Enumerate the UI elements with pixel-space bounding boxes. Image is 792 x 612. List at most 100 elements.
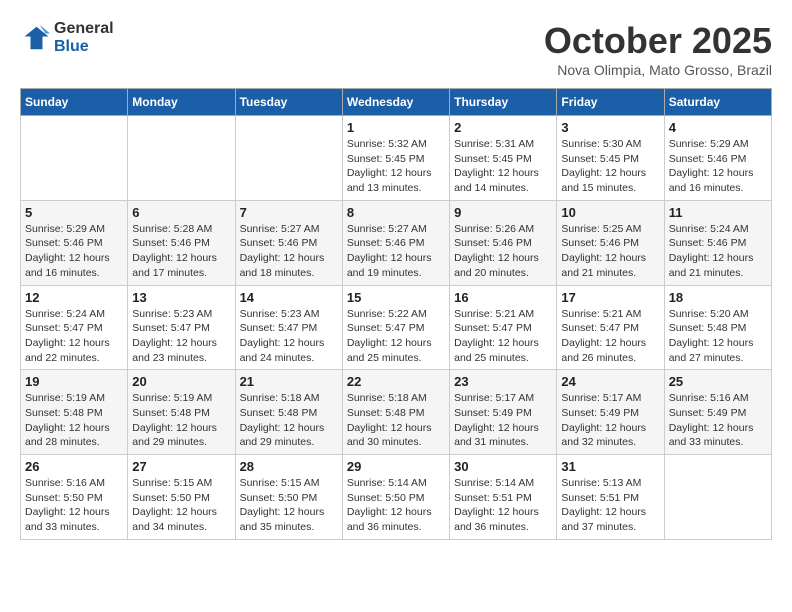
calendar-cell: 10 Sunrise: 5:25 AM Sunset: 5:46 PM Dayli… — [557, 200, 664, 285]
day-info: Sunrise: 5:30 AM Sunset: 5:45 PM Dayligh… — [561, 137, 659, 196]
calendar-cell: 17 Sunrise: 5:21 AM Sunset: 5:47 PM Dayli… — [557, 285, 664, 370]
calendar-cell: 1 Sunrise: 5:32 AM Sunset: 5:45 PM Daylig… — [342, 116, 449, 201]
day-info: Sunrise: 5:15 AM Sunset: 5:50 PM Dayligh… — [240, 476, 338, 535]
day-number: 27 — [132, 459, 230, 474]
calendar-week-row: 5 Sunrise: 5:29 AM Sunset: 5:46 PM Daylig… — [21, 200, 772, 285]
calendar-cell: 26 Sunrise: 5:16 AM Sunset: 5:50 PM Dayli… — [21, 455, 128, 540]
weekday-header-thursday: Thursday — [450, 89, 557, 116]
day-number: 5 — [25, 205, 123, 220]
day-number: 8 — [347, 205, 445, 220]
calendar-cell: 29 Sunrise: 5:14 AM Sunset: 5:50 PM Dayli… — [342, 455, 449, 540]
calendar-cell — [235, 116, 342, 201]
day-info: Sunrise: 5:25 AM Sunset: 5:46 PM Dayligh… — [561, 222, 659, 281]
day-number: 15 — [347, 290, 445, 305]
calendar-cell — [664, 455, 771, 540]
day-info: Sunrise: 5:26 AM Sunset: 5:46 PM Dayligh… — [454, 222, 552, 281]
day-info: Sunrise: 5:29 AM Sunset: 5:46 PM Dayligh… — [669, 137, 767, 196]
title-block: October 2025 Nova Olimpia, Mato Grosso, … — [544, 20, 772, 78]
calendar-cell: 3 Sunrise: 5:30 AM Sunset: 5:45 PM Daylig… — [557, 116, 664, 201]
calendar-week-row: 26 Sunrise: 5:16 AM Sunset: 5:50 PM Dayli… — [21, 455, 772, 540]
calendar-cell — [21, 116, 128, 201]
day-number: 16 — [454, 290, 552, 305]
day-number: 3 — [561, 120, 659, 135]
weekday-header-monday: Monday — [128, 89, 235, 116]
day-number: 4 — [669, 120, 767, 135]
calendar-cell: 24 Sunrise: 5:17 AM Sunset: 5:49 PM Dayli… — [557, 370, 664, 455]
day-info: Sunrise: 5:16 AM Sunset: 5:49 PM Dayligh… — [669, 391, 767, 450]
calendar-week-row: 1 Sunrise: 5:32 AM Sunset: 5:45 PM Daylig… — [21, 116, 772, 201]
logo: General Blue — [20, 20, 114, 56]
logo-icon — [20, 23, 50, 53]
day-info: Sunrise: 5:15 AM Sunset: 5:50 PM Dayligh… — [132, 476, 230, 535]
day-number: 29 — [347, 459, 445, 474]
calendar-cell: 4 Sunrise: 5:29 AM Sunset: 5:46 PM Daylig… — [664, 116, 771, 201]
calendar-week-row: 12 Sunrise: 5:24 AM Sunset: 5:47 PM Dayli… — [21, 285, 772, 370]
day-info: Sunrise: 5:22 AM Sunset: 5:47 PM Dayligh… — [347, 307, 445, 366]
day-number: 26 — [25, 459, 123, 474]
day-number: 11 — [669, 205, 767, 220]
weekday-header-sunday: Sunday — [21, 89, 128, 116]
day-info: Sunrise: 5:29 AM Sunset: 5:46 PM Dayligh… — [25, 222, 123, 281]
calendar-cell: 12 Sunrise: 5:24 AM Sunset: 5:47 PM Dayli… — [21, 285, 128, 370]
day-number: 20 — [132, 374, 230, 389]
calendar-cell: 18 Sunrise: 5:20 AM Sunset: 5:48 PM Dayli… — [664, 285, 771, 370]
day-info: Sunrise: 5:14 AM Sunset: 5:50 PM Dayligh… — [347, 476, 445, 535]
calendar-cell — [128, 116, 235, 201]
day-number: 13 — [132, 290, 230, 305]
calendar-cell: 13Sunrise: 5:23 AM Sunset: 5:47 PM Dayli… — [128, 285, 235, 370]
day-number: 24 — [561, 374, 659, 389]
day-number: 21 — [240, 374, 338, 389]
day-number: 22 — [347, 374, 445, 389]
calendar-table: SundayMondayTuesdayWednesdayThursdayFrid… — [20, 88, 772, 540]
day-info: Sunrise: 5:21 AM Sunset: 5:47 PM Dayligh… — [454, 307, 552, 366]
day-info: Sunrise: 5:21 AM Sunset: 5:47 PM Dayligh… — [561, 307, 659, 366]
day-info: Sunrise: 5:17 AM Sunset: 5:49 PM Dayligh… — [561, 391, 659, 450]
weekday-header-wednesday: Wednesday — [342, 89, 449, 116]
day-info: Sunrise: 5:31 AM Sunset: 5:45 PM Dayligh… — [454, 137, 552, 196]
calendar-cell: 22 Sunrise: 5:18 AM Sunset: 5:48 PM Dayli… — [342, 370, 449, 455]
weekday-header-row: SundayMondayTuesdayWednesdayThursdayFrid… — [21, 89, 772, 116]
day-info: Sunrise: 5:24 AM Sunset: 5:46 PM Dayligh… — [669, 222, 767, 281]
calendar-cell: 15 Sunrise: 5:22 AM Sunset: 5:47 PM Dayli… — [342, 285, 449, 370]
day-info: Sunrise: 5:23 AM Sunset: 5:47 PM Dayligh… — [240, 307, 338, 366]
calendar-cell: 14 Sunrise: 5:23 AM Sunset: 5:47 PM Dayli… — [235, 285, 342, 370]
calendar-cell: 9 Sunrise: 5:26 AM Sunset: 5:46 PM Daylig… — [450, 200, 557, 285]
calendar-cell: 27 Sunrise: 5:15 AM Sunset: 5:50 PM Dayli… — [128, 455, 235, 540]
calendar-cell: 19 Sunrise: 5:19 AM Sunset: 5:48 PM Dayli… — [21, 370, 128, 455]
day-number: 1 — [347, 120, 445, 135]
day-info: Sunrise: 5:24 AM Sunset: 5:47 PM Dayligh… — [25, 307, 123, 366]
day-number: 12 — [25, 290, 123, 305]
day-info: Sunrise: 5:19 AM Sunset: 5:48 PM Dayligh… — [25, 391, 123, 450]
day-number: 17 — [561, 290, 659, 305]
day-number: 9 — [454, 205, 552, 220]
day-info: Sunrise: 5:13 AM Sunset: 5:51 PM Dayligh… — [561, 476, 659, 535]
day-number: 25 — [669, 374, 767, 389]
day-info: Sunrise: 5:16 AM Sunset: 5:50 PM Dayligh… — [25, 476, 123, 535]
calendar-cell: 23Sunrise: 5:17 AM Sunset: 5:49 PM Dayli… — [450, 370, 557, 455]
day-info: Sunrise: 5:32 AM Sunset: 5:45 PM Dayligh… — [347, 137, 445, 196]
weekday-header-friday: Friday — [557, 89, 664, 116]
day-info: Sunrise: 5:17 AM Sunset: 5:49 PM Dayligh… — [454, 391, 552, 450]
day-info: Sunrise: 5:20 AM Sunset: 5:48 PM Dayligh… — [669, 307, 767, 366]
day-info: Sunrise: 5:28 AM Sunset: 5:46 PM Dayligh… — [132, 222, 230, 281]
day-number: 10 — [561, 205, 659, 220]
calendar-week-row: 19 Sunrise: 5:19 AM Sunset: 5:48 PM Dayli… — [21, 370, 772, 455]
calendar-cell: 25 Sunrise: 5:16 AM Sunset: 5:49 PM Dayli… — [664, 370, 771, 455]
calendar-cell: 28Sunrise: 5:15 AM Sunset: 5:50 PM Dayli… — [235, 455, 342, 540]
calendar-cell: 5 Sunrise: 5:29 AM Sunset: 5:46 PM Daylig… — [21, 200, 128, 285]
calendar-cell: 2 Sunrise: 5:31 AM Sunset: 5:45 PM Daylig… — [450, 116, 557, 201]
weekday-header-tuesday: Tuesday — [235, 89, 342, 116]
day-info: Sunrise: 5:18 AM Sunset: 5:48 PM Dayligh… — [347, 391, 445, 450]
calendar-cell: 21Sunrise: 5:18 AM Sunset: 5:48 PM Dayli… — [235, 370, 342, 455]
calendar-cell: 20Sunrise: 5:19 AM Sunset: 5:48 PM Dayli… — [128, 370, 235, 455]
calendar-cell: 11 Sunrise: 5:24 AM Sunset: 5:46 PM Dayli… — [664, 200, 771, 285]
day-number: 19 — [25, 374, 123, 389]
day-number: 14 — [240, 290, 338, 305]
day-info: Sunrise: 5:14 AM Sunset: 5:51 PM Dayligh… — [454, 476, 552, 535]
day-number: 18 — [669, 290, 767, 305]
calendar-cell: 6Sunrise: 5:28 AM Sunset: 5:46 PM Daylig… — [128, 200, 235, 285]
day-number: 30 — [454, 459, 552, 474]
day-number: 2 — [454, 120, 552, 135]
day-number: 7 — [240, 205, 338, 220]
location-subtitle: Nova Olimpia, Mato Grosso, Brazil — [544, 62, 772, 78]
